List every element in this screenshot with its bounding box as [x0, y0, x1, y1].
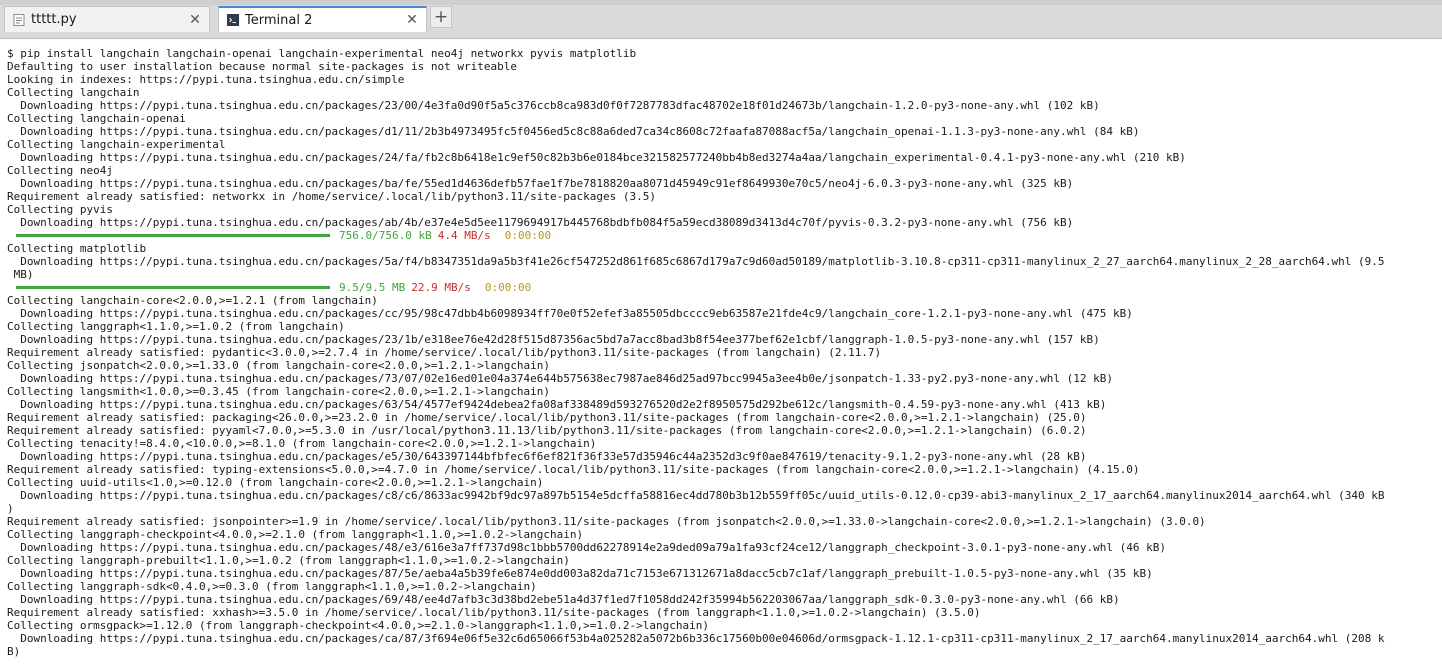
progress-eta: 0:00:00: [504, 229, 552, 242]
progress-bar: [16, 234, 330, 237]
terminal-line: Collecting jsonpatch<2.0.0,>=1.33.0 (fro…: [7, 359, 551, 372]
tab-bar-strip: [0, 0, 1442, 5]
progress-speed: 4.4 MB/s: [437, 229, 491, 242]
terminal-line: Downloading https://pypi.tuna.tsinghua.e…: [7, 307, 1133, 320]
tab-label: ttttt.py: [31, 12, 77, 27]
python-file-icon: [13, 13, 25, 26]
progress-speed: 22.9 MB/s: [411, 281, 471, 294]
terminal-line: Collecting langgraph-prebuilt<1.1.0,>=1.…: [7, 554, 570, 567]
terminal-line: Downloading https://pypi.tuna.tsinghua.e…: [7, 99, 1100, 112]
terminal-line: Downloading https://pypi.tuna.tsinghua.e…: [7, 541, 1166, 554]
terminal-line: Collecting langchain-openai: [7, 112, 186, 125]
terminal-line: Downloading https://pypi.tuna.tsinghua.e…: [7, 450, 1087, 463]
terminal-line: Downloading https://pypi.tuna.tsinghua.e…: [7, 333, 1100, 346]
terminal-line: Requirement already satisfied: networkx …: [7, 190, 657, 203]
terminal-line: Collecting neo4j: [7, 164, 113, 177]
terminal-line: Collecting pyvis: [7, 203, 113, 216]
download-progress: 9.5/9.5 MB 22.9 MB/s 0:00:00: [7, 281, 1385, 294]
terminal-line: MB): [7, 268, 34, 281]
terminal-line: Downloading https://pypi.tuna.tsinghua.e…: [7, 398, 1107, 411]
terminal-line: Requirement already satisfied: pydantic<…: [7, 346, 882, 359]
terminal-line: Collecting langgraph<1.1.0,>=1.0.2 (from…: [7, 320, 345, 333]
terminal-line: Collecting langsmith<1.0.0,>=0.3.45 (fro…: [7, 385, 551, 398]
terminal-line: $ pip install langchain langchain-openai…: [7, 47, 637, 60]
terminal-line: Downloading https://pypi.tuna.tsinghua.e…: [7, 216, 1074, 229]
terminal-line: Defaulting to user installation because …: [7, 60, 517, 73]
terminal-line: Collecting langchain-core<2.0.0,>=1.2.1 …: [7, 294, 378, 307]
close-icon[interactable]: ✕: [404, 12, 420, 28]
terminal-line: Downloading https://pypi.tuna.tsinghua.e…: [7, 632, 1385, 645]
progress-eta: 0:00:00: [484, 281, 532, 294]
close-icon[interactable]: ✕: [187, 12, 203, 28]
terminal-line: Collecting matplotlib: [7, 242, 147, 255]
terminal-line: Downloading https://pypi.tuna.tsinghua.e…: [7, 489, 1385, 502]
terminal-output[interactable]: $ pip install langchain langchain-openai…: [0, 39, 1442, 664]
terminal-line: Requirement already satisfied: packaging…: [7, 411, 1087, 424]
new-tab-button[interactable]: +: [430, 6, 452, 28]
terminal-line: Collecting langchain-experimental: [7, 138, 226, 151]
terminal-line: Downloading https://pypi.tuna.tsinghua.e…: [7, 177, 1074, 190]
tab-terminal-2[interactable]: Terminal 2 ✕: [218, 6, 427, 32]
terminal-line: ): [7, 502, 14, 515]
terminal-line: Downloading https://pypi.tuna.tsinghua.e…: [7, 255, 1385, 268]
terminal-line: Requirement already satisfied: typing-ex…: [7, 463, 1140, 476]
progress-size: 756.0/756.0 kB: [339, 229, 432, 242]
terminal-line: Downloading https://pypi.tuna.tsinghua.e…: [7, 593, 1120, 606]
terminal-line: Downloading https://pypi.tuna.tsinghua.e…: [7, 567, 1153, 580]
tab-label: Terminal 2: [245, 12, 313, 28]
terminal-line: Downloading https://pypi.tuna.tsinghua.e…: [7, 372, 1113, 385]
terminal-line: Downloading https://pypi.tuna.tsinghua.e…: [7, 125, 1140, 138]
terminal-line: Collecting ormsgpack>=1.12.0 (from langg…: [7, 619, 709, 632]
terminal-line: Looking in indexes: https://pypi.tuna.ts…: [7, 73, 405, 86]
download-progress: 756.0/756.0 kB 4.4 MB/s 0:00:00: [7, 229, 1385, 242]
terminal-line: Collecting tenacity!=8.4.0,<10.0.0,>=8.1…: [7, 437, 597, 450]
terminal-line: Requirement already satisfied: jsonpoint…: [7, 515, 1206, 528]
tab-bar: ttttt.py ✕ Terminal 2 ✕ +: [0, 0, 1442, 39]
tab-ttttt-py[interactable]: ttttt.py ✕: [4, 6, 210, 32]
terminal-line: Requirement already satisfied: pyyaml<7.…: [7, 424, 1087, 437]
progress-bar: [16, 286, 330, 289]
terminal-line: Collecting langchain: [7, 86, 140, 99]
terminal-icon: [227, 14, 239, 26]
progress-size: 9.5/9.5 MB: [339, 281, 406, 294]
terminal-line: B): [7, 645, 21, 658]
terminal-line: Downloading https://pypi.tuna.tsinghua.e…: [7, 151, 1186, 164]
terminal-lines: $ pip install langchain langchain-openai…: [7, 47, 1385, 658]
terminal-line: Collecting uuid-utils<1.0,>=0.12.0 (from…: [7, 476, 544, 489]
terminal-line: Collecting langgraph-sdk<0.4.0,>=0.3.0 (…: [7, 580, 537, 593]
terminal-line: Collecting langgraph-checkpoint<4.0.0,>=…: [7, 528, 584, 541]
terminal-line: Requirement already satisfied: xxhash>=3…: [7, 606, 981, 619]
